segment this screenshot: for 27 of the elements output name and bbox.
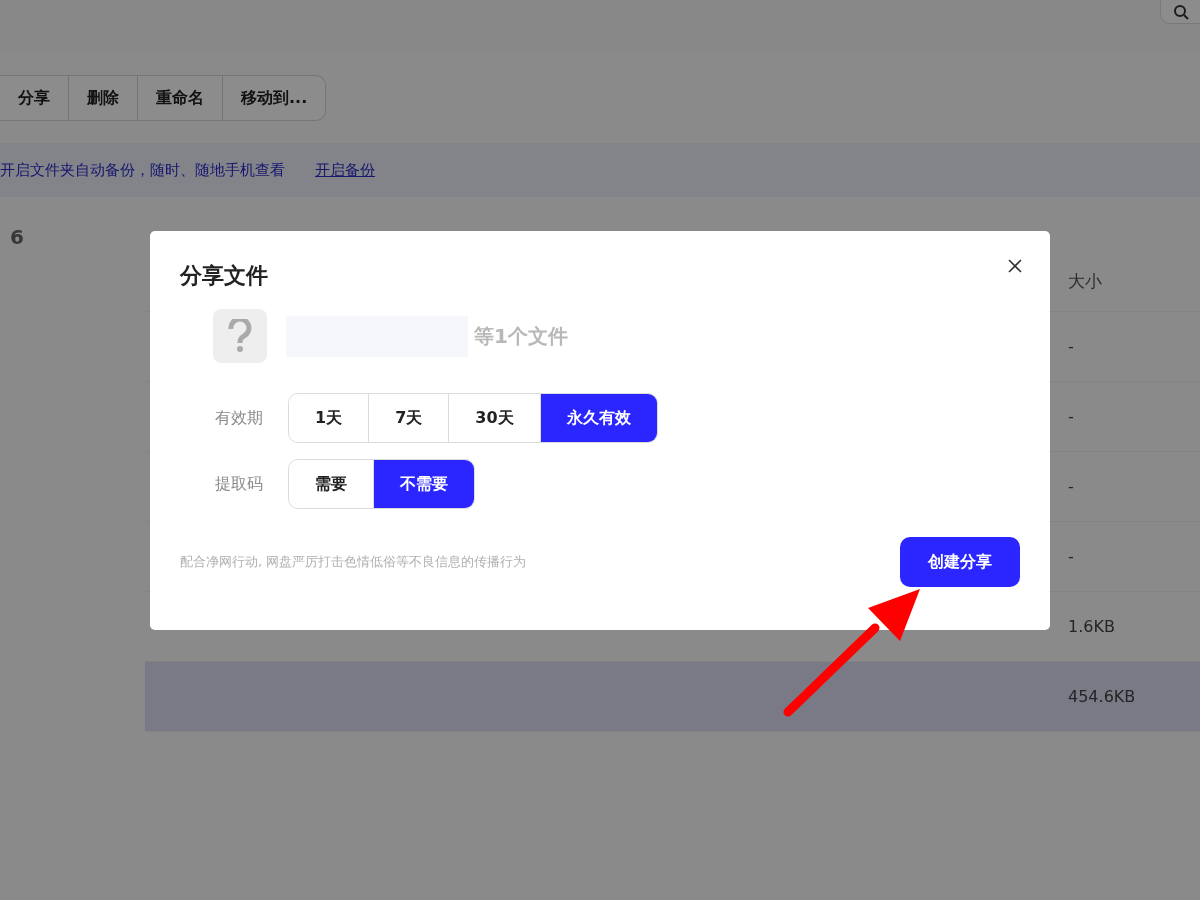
search-button[interactable]: [1160, 0, 1200, 24]
file-summary: 等1个文件: [474, 322, 568, 350]
file-row[interactable]: 454.6KB: [145, 662, 1200, 732]
option-button[interactable]: 不需要: [373, 460, 474, 508]
toolbar-button[interactable]: 重命名: [137, 76, 222, 120]
option-button[interactable]: 永久有效: [539, 394, 657, 442]
size-cell-text: -: [1068, 407, 1075, 426]
toolbar-button[interactable]: 分享: [0, 76, 68, 120]
close-icon: [1008, 259, 1022, 273]
column-header: 大小: [1068, 269, 1103, 293]
setting-label: 有效期: [214, 407, 263, 429]
unknown-file-icon: [213, 309, 267, 363]
file-count: 6: [9, 225, 25, 251]
create-share-button[interactable]: 创建分享: [900, 537, 1020, 587]
setting-label: 提取码: [214, 473, 263, 495]
backup-link[interactable]: 开启备份: [315, 160, 375, 180]
dialog-title: 分享文件: [180, 262, 268, 290]
size-cell-text: -: [1068, 547, 1075, 566]
banner-text: 开启文件夹自动备份，随时、随地手机查看: [0, 160, 285, 180]
search-icon: [1172, 3, 1189, 20]
toolbar-button[interactable]: 移动到...: [222, 76, 326, 120]
toolbar-button[interactable]: 删除: [68, 76, 137, 120]
size-cell-text: 454.6KB: [1068, 687, 1137, 706]
size-cell-text: -: [1068, 477, 1075, 496]
size-cell-text: 1.6KB: [1068, 617, 1116, 636]
size-cell-text: -: [1068, 337, 1075, 356]
notice-text: 配合净网行动, 网盘严厉打击色情低俗等不良信息的传播行为: [180, 553, 527, 571]
